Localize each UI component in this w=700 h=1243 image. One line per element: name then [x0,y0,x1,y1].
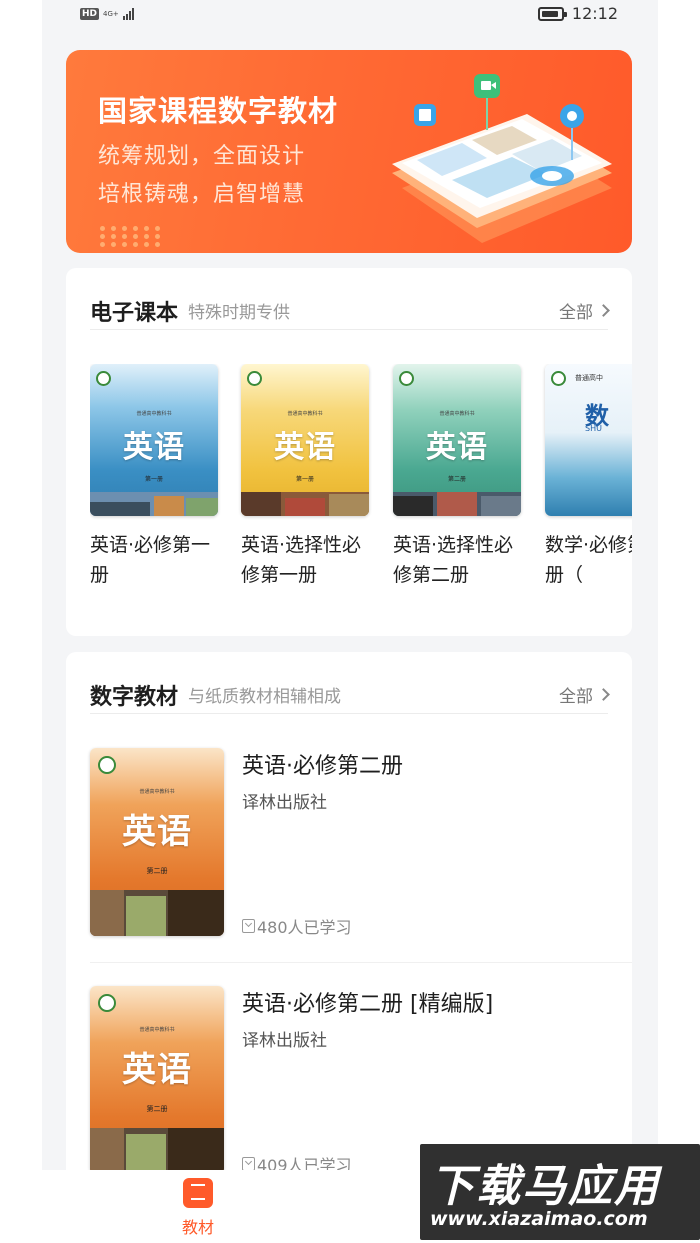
cover-series: 普通高中教科书 [139,1027,175,1033]
cover-photo-strip [90,1128,224,1174]
cover-volume: 第二册 [447,476,466,483]
banner-dots-decoration [100,226,161,247]
ebook-item[interactable]: 普通高中教科书 英语 第二册 英语·选择性必修第二册 [393,364,521,590]
cover-title: 英语 [426,430,488,465]
hd-badge: HD [80,7,100,20]
watermark-url: www.xiazaimao.com [430,1208,648,1230]
ebook-item[interactable]: 普通高中 数 SHU 数学·必修第一册（ [545,364,632,590]
status-network: HD 4G+ [80,7,134,20]
cover-series: 普通高中教科书 [287,411,323,417]
ebook-section-subtitle: 特殊时期专供 [188,303,291,323]
ebook-name: 数学·必修第一册（ [545,534,632,586]
ebook-section: 电子课本 特殊时期专供 全部 普通高中教科书 英语 第一册 英语·必修第一册 普… [66,268,632,636]
ebook-section-title: 电子课本 [90,300,179,326]
learners-icon [242,919,255,933]
ebook-name: 英语·选择性必修第二册 [393,534,514,586]
network-type: 4G+ [103,9,119,18]
cover-volume: 第一册 [144,476,163,483]
digital-section-title: 数字教材 [90,684,179,710]
publisher-logo-icon [247,371,262,386]
cover-series: 普通高中教科书 [136,411,172,417]
digital-book-publisher: 译林出版社 [242,1031,327,1051]
book-cover: 普通高中 数 SHU [545,364,632,516]
publisher-logo-icon [399,371,414,386]
cover-title: 英语 [123,430,185,465]
digital-section: 数字教材 与纸质教材相辅相成 全部 普通高中教科书 英语 第二册 英语·必修第二… [66,652,632,1192]
status-right: 12:12 [537,4,618,23]
tab-textbooks-label: 教材 [181,1218,214,1237]
learners-icon [242,1157,255,1171]
learners-count: 480人已学习 [257,918,352,937]
status-time: 12:12 [571,4,618,23]
book-cover: 普通高中教科书 英语 第二册 [90,748,224,936]
cover-series: 普通高中教科书 [139,789,175,795]
cover-photo-strip [90,492,218,516]
cover-photo-strip [90,890,224,936]
chevron-right-icon [597,688,610,701]
cover-volume: 第二册 [146,867,168,875]
digital-book-publisher: 译林出版社 [242,793,327,813]
digital-book-title: 英语·必修第二册 [242,754,403,779]
ebook-item[interactable]: 普通高中教科书 英语 第一册 英语·选择性必修第一册 [241,364,369,590]
battery-icon [537,6,567,21]
ebook-item[interactable]: 普通高中教科书 英语 第一册 英语·必修第一册 [90,364,218,590]
book-cover: 普通高中教科书 英语 第一册 [241,364,369,516]
book-icon [183,1178,213,1208]
ebook-view-all-button[interactable]: 全部 [559,298,610,323]
publisher-logo-icon [551,371,566,386]
ebook-name: 英语·必修第一册 [90,534,211,586]
publisher-logo-icon [98,756,116,774]
digital-section-header: 数字教材 与纸质教材相辅相成 全部 [90,676,610,714]
view-all-label: 全部 [559,687,593,707]
banner-slogan-1: 统筹规划，全面设计 [98,144,306,169]
promo-banner[interactable]: 国家课程数字教材 统筹规划，全面设计 培根铸魂，启智增慧 [66,50,632,253]
digital-view-all-button[interactable]: 全部 [559,682,610,707]
ebook-name: 英语·选择性必修第一册 [241,534,362,586]
digital-book-learners: 480人已学习 [242,914,352,938]
ebook-carousel[interactable]: 普通高中教科书 英语 第一册 英语·必修第一册 普通高中教科书 英语 第一册 英… [90,364,632,624]
cover-subtitle: SHU [585,424,602,433]
phone-screen: HD 4G+ 12:12 国家课程数字教材 统筹规划，全面设计 培根铸魂，启智增… [42,0,658,1243]
tab-textbooks[interactable]: 教材 [170,1178,226,1238]
cover-series: 普通高中教科书 [439,411,475,417]
banner-title: 国家课程数字教材 [98,94,339,128]
list-divider [90,962,632,963]
cover-volume: 第一册 [295,476,314,483]
cover-photo-strip [241,492,369,516]
status-bar: HD 4G+ 12:12 [42,0,658,32]
book-cover: 普通高中教科书 英语 第二册 [90,986,224,1174]
view-all-label: 全部 [559,303,593,323]
cover-volume: 第二册 [146,1105,168,1113]
book-cover: 普通高中教科书 英语 第二册 [393,364,521,516]
publisher-logo-icon [98,994,116,1012]
cover-title: 英语 [122,812,192,852]
site-watermark: 下载马应用 www.xiazaimao.com [420,1144,700,1240]
cover-photo-strip [393,492,521,516]
cover-title: 英语 [274,430,336,465]
digital-book-item[interactable]: 普通高中教科书 英语 第二册 英语·必修第二册 译林出版社 480人已学习 [90,748,632,963]
publisher-logo-icon [96,371,111,386]
digital-book-title: 英语·必修第二册 [精编版] [242,992,494,1017]
watermark-brand: 下载马应用 [430,1161,660,1212]
digital-section-subtitle: 与纸质教材相辅相成 [188,687,342,707]
ebook-section-header: 电子课本 特殊时期专供 全部 [90,292,610,330]
textbook-illustration [392,74,612,243]
book-cover: 普通高中教科书 英语 第一册 [90,364,218,516]
signal-icon [122,7,134,20]
cover-title: 英语 [122,1050,192,1090]
chevron-right-icon [597,304,610,317]
cover-series: 普通高中 [575,374,603,382]
banner-slogan-2: 培根铸魂，启智增慧 [98,182,306,207]
